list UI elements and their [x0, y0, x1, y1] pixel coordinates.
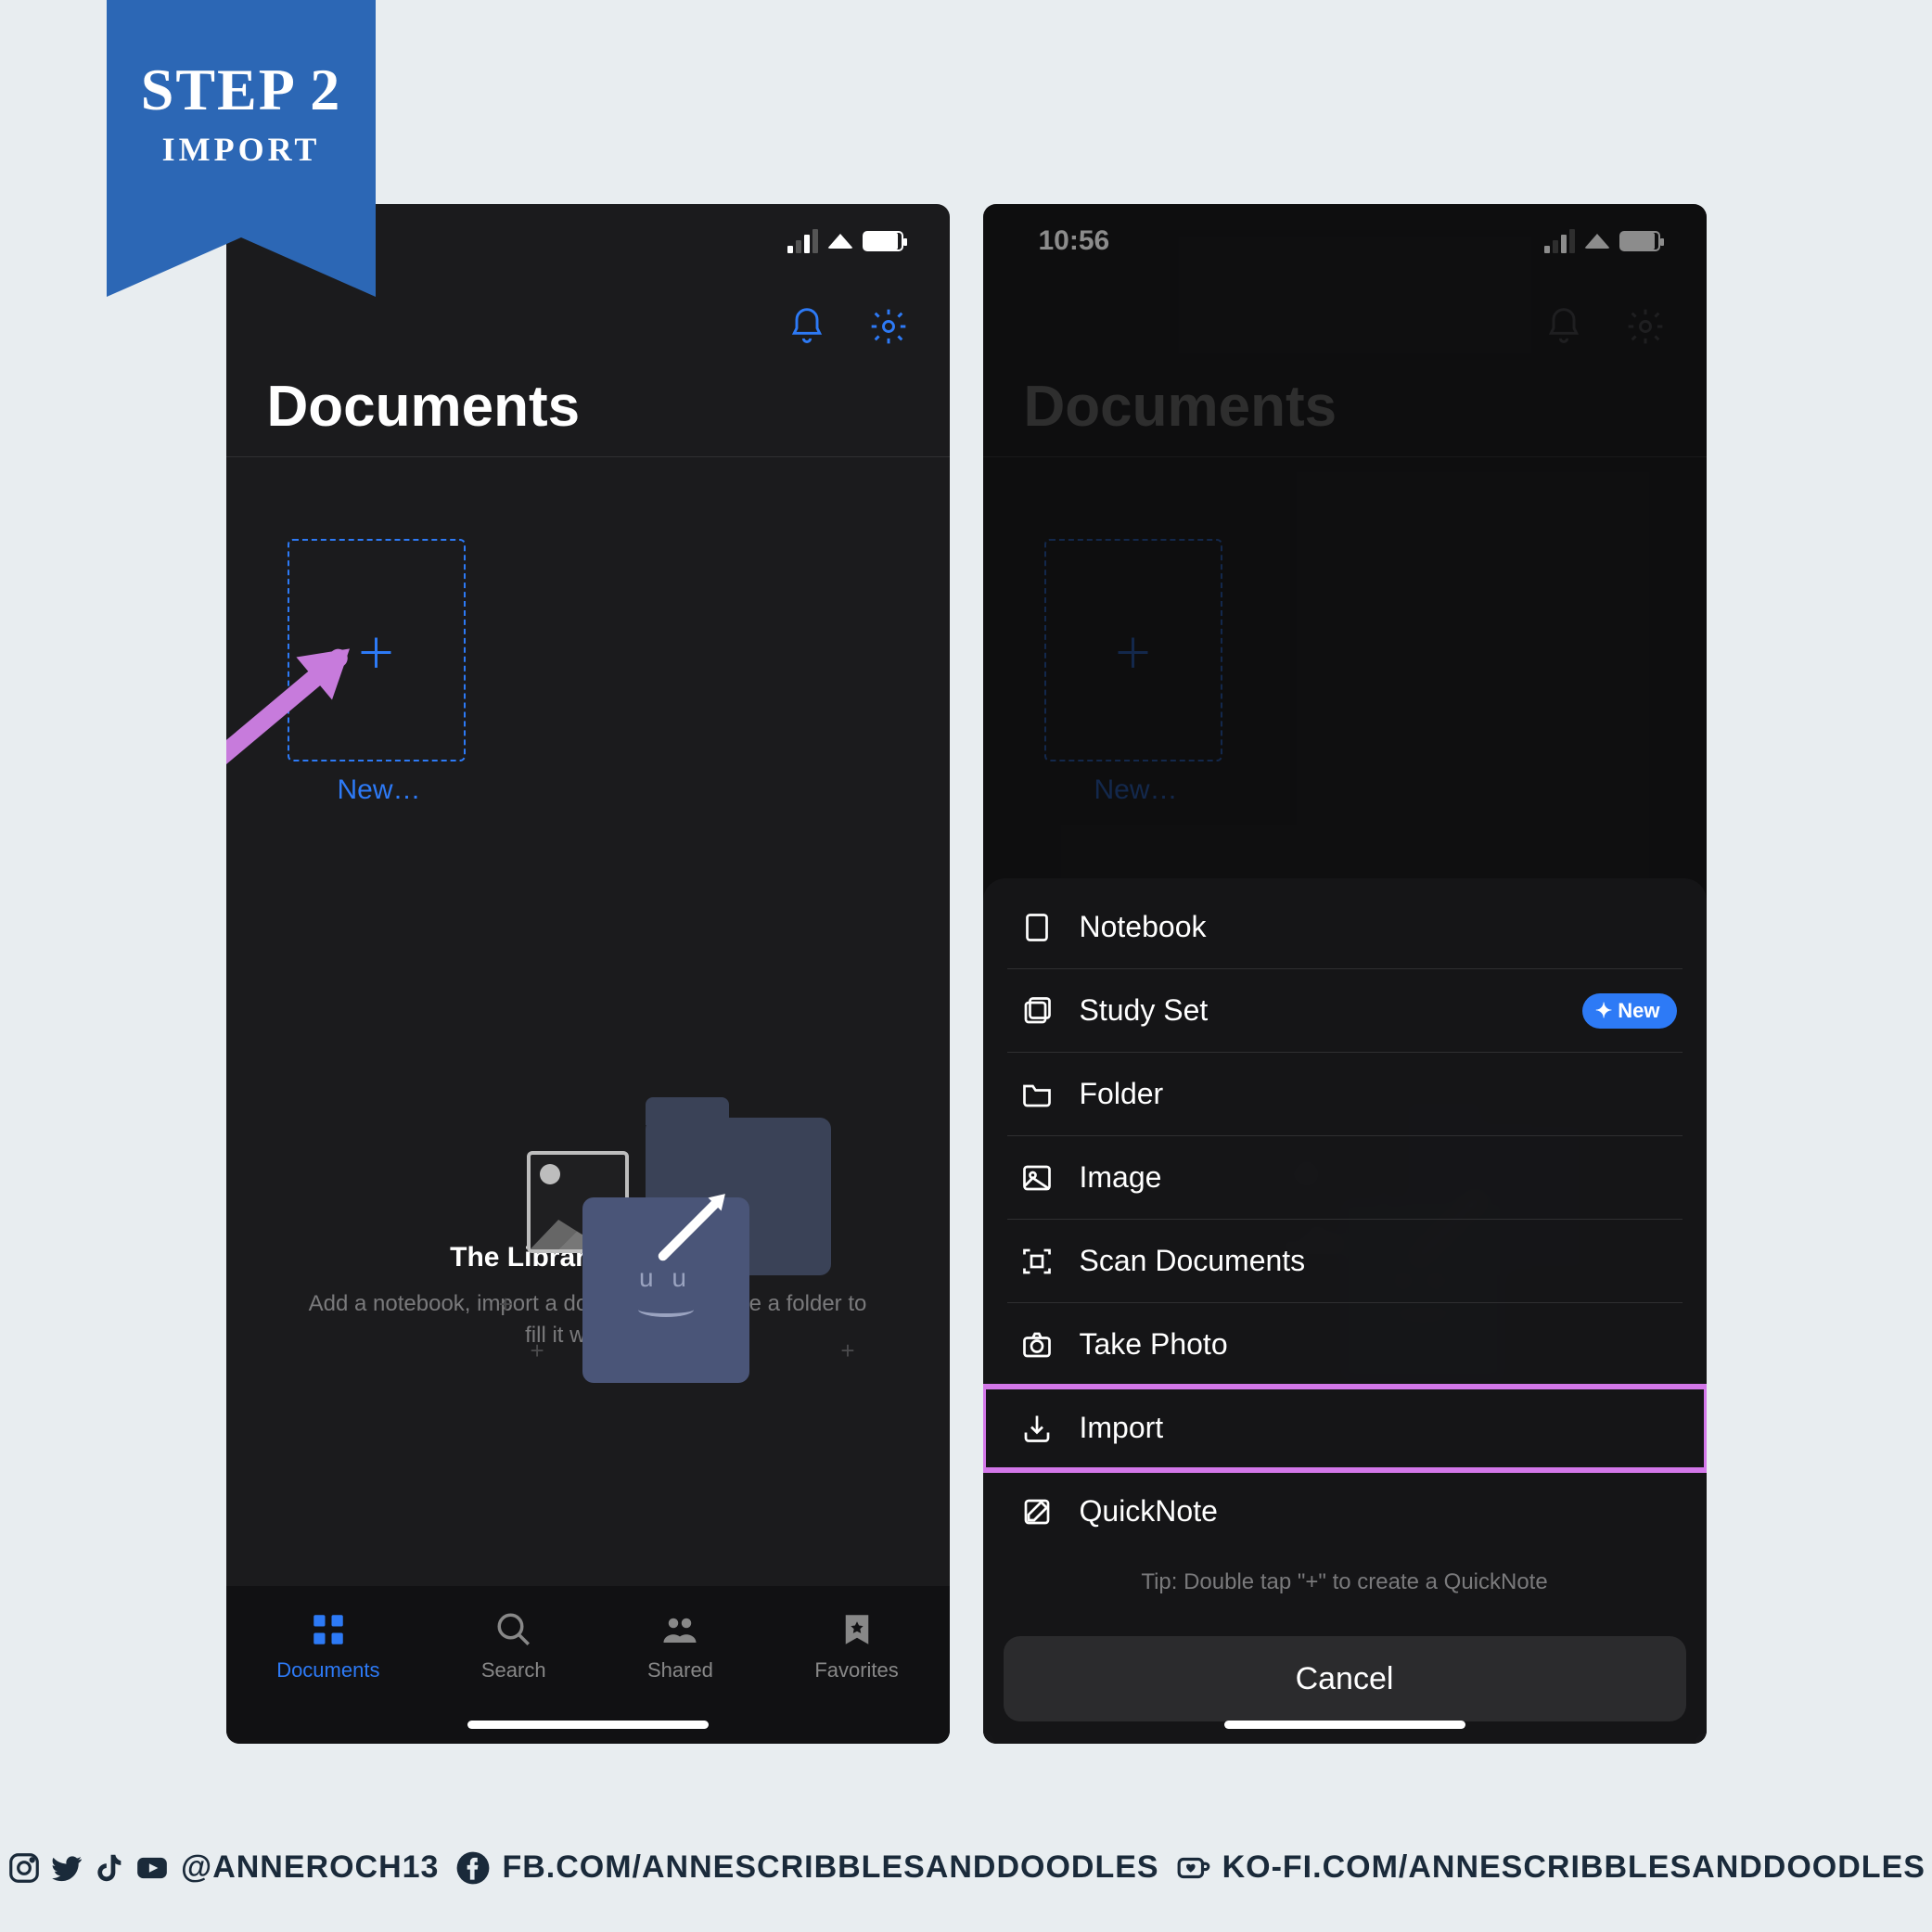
page-title: Documents: [226, 370, 950, 457]
youtube-icon: [134, 1850, 170, 1886]
sheet-item-import[interactable]: Import: [983, 1387, 1707, 1470]
sheet-item-image[interactable]: Image: [1007, 1136, 1683, 1220]
quicknote-icon: [1020, 1495, 1054, 1529]
tab-favorites[interactable]: Favorites: [814, 1610, 898, 1744]
tiktok-icon: [92, 1850, 127, 1886]
scan-icon: [1020, 1245, 1054, 1278]
sheet-item-folder[interactable]: Folder: [1007, 1053, 1683, 1136]
cancel-button[interactable]: Cancel: [1004, 1636, 1686, 1721]
import-icon: [1020, 1412, 1054, 1445]
camera-icon: [1020, 1328, 1054, 1362]
footer-credits: @ANNEROCH13 FB.COM/ANNESCRIBBLESANDDOODL…: [0, 1849, 1932, 1886]
step-number: STEP 2: [107, 56, 376, 124]
notifications-bell-icon[interactable]: [787, 306, 827, 352]
kofi-link: KO-FI.COM/ANNESCRIBBLESANDDOODLES: [1222, 1849, 1926, 1886]
image-icon: [1020, 1161, 1054, 1195]
home-indicator: [467, 1721, 709, 1729]
facebook-icon: [455, 1850, 491, 1886]
sheet-item-scan-documents[interactable]: Scan Documents: [1007, 1220, 1683, 1303]
new-action-sheet: Notebook Study Set ✦New Folder Image: [983, 878, 1707, 1744]
battery-icon: [863, 231, 903, 251]
sheet-item-take-photo[interactable]: Take Photo: [1007, 1303, 1683, 1387]
signal-icon: [787, 229, 818, 253]
sheet-item-notebook[interactable]: Notebook: [1007, 886, 1683, 969]
notebook-icon: [1020, 911, 1054, 944]
facebook-link: FB.COM/ANNESCRIBBLESANDDOODLES: [502, 1849, 1158, 1886]
screenshot-left: Documents ＋ New… u u +++ The Library is …: [226, 204, 950, 1744]
folder-icon: [1020, 1078, 1054, 1111]
new-tile-label: New…: [338, 774, 950, 806]
home-indicator: [1224, 1721, 1465, 1729]
sheet-item-study-set[interactable]: Study Set ✦New: [1007, 969, 1683, 1053]
step-subtitle: IMPORT: [107, 130, 376, 169]
sheet-tip-text: Tip: Double tap "+" to create a QuickNot…: [983, 1553, 1707, 1623]
tab-bar: Documents Search Shared Favorites: [226, 1586, 950, 1744]
tab-documents[interactable]: Documents: [276, 1610, 379, 1744]
cards-icon: [1020, 994, 1054, 1028]
new-badge: ✦New: [1582, 993, 1677, 1029]
instagram-icon: [6, 1850, 42, 1886]
twitter-icon: [49, 1850, 84, 1886]
settings-gear-icon[interactable]: [868, 306, 909, 352]
empty-library-illustration: u u +++: [527, 1105, 842, 1374]
screenshot-right: 10:56 Documents ＋ New… u: [983, 204, 1707, 1744]
sheet-item-quicknote[interactable]: QuickNote: [1007, 1470, 1683, 1553]
kofi-icon: [1176, 1850, 1211, 1886]
wifi-icon: [827, 234, 853, 249]
social-handle: @ANNEROCH13: [181, 1849, 439, 1886]
